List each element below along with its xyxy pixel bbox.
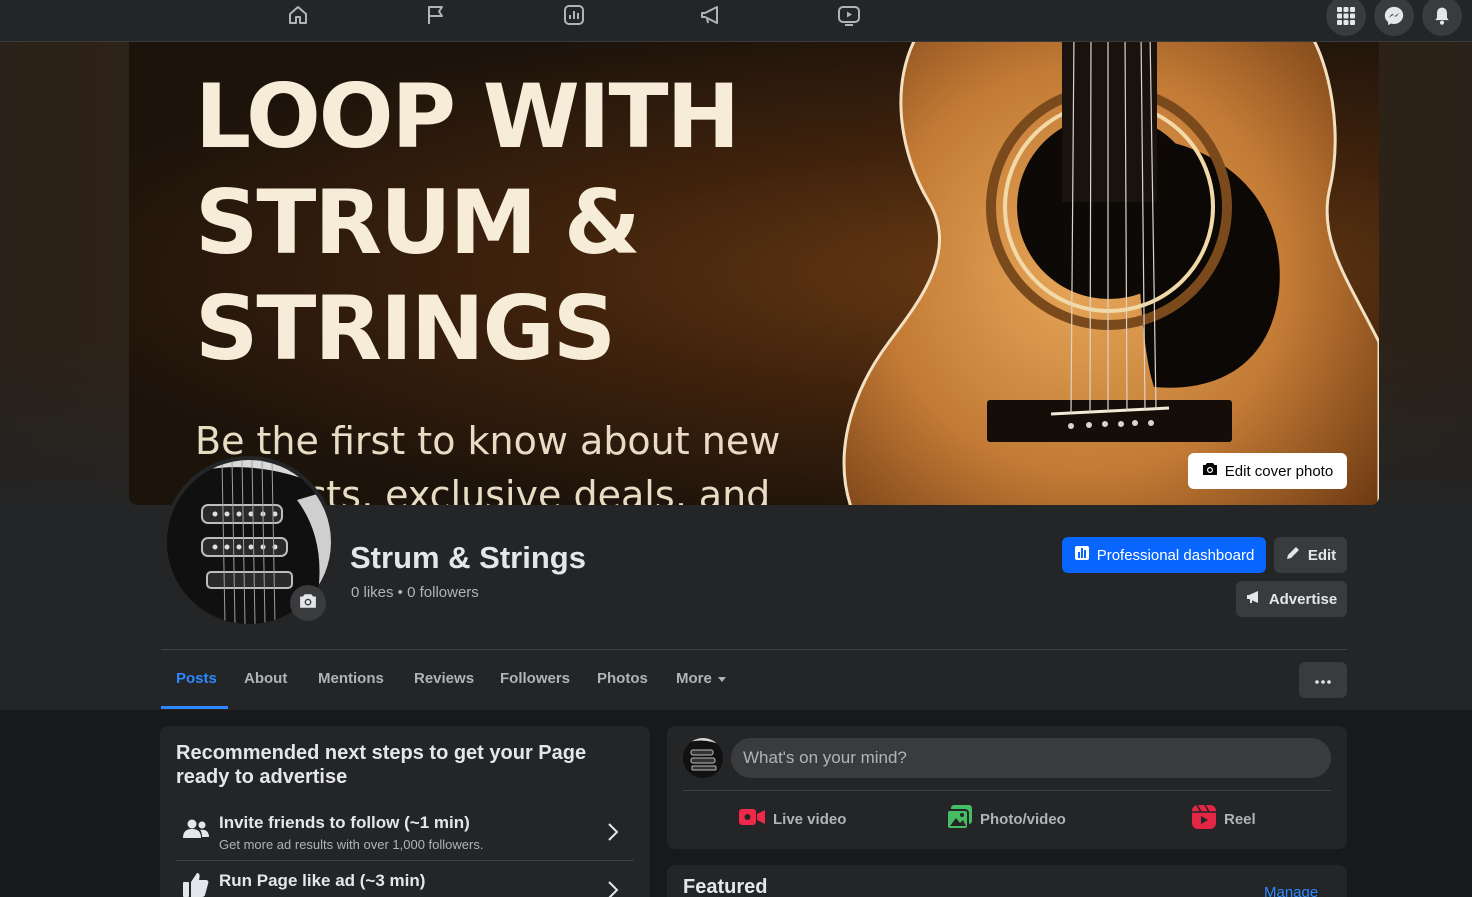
- recommended-title: Recommended next steps to get your Page …: [176, 742, 587, 788]
- chevron-right-icon: [606, 879, 620, 897]
- edit-label: Edit: [1307, 546, 1337, 564]
- page-stats[interactable]: 0 likes • 0 followers: [351, 584, 479, 601]
- edit-cover-photo-button[interactable]: Edit cover photo: [1188, 453, 1347, 489]
- caret-down-icon: [717, 676, 726, 682]
- manage-featured-link[interactable]: Manage: [1264, 884, 1318, 897]
- edit-cover-photo-label: Edit cover photo: [1224, 462, 1334, 480]
- thumbs-up-icon: [183, 872, 209, 897]
- tab-posts[interactable]: Posts: [176, 670, 217, 687]
- photo-icon: [946, 805, 972, 833]
- advertise-button[interactable]: Advertise: [1236, 581, 1347, 617]
- photo-video-label: Photo/video: [980, 810, 1066, 828]
- cover-photo[interactable]: LOOP WITH STRUM & STRINGS Be the first t…: [129, 42, 1379, 505]
- messenger-icon[interactable]: [1374, 0, 1414, 36]
- recommended-item-subtitle: Get more ad results with over 1,000 foll…: [219, 837, 484, 852]
- flag-icon[interactable]: [423, 2, 449, 28]
- camera-icon: [1202, 462, 1218, 480]
- advertise-label: Advertise: [1268, 590, 1338, 608]
- header-divider: [161, 649, 1347, 650]
- featured-title: Featured: [683, 876, 768, 897]
- tab-about[interactable]: About: [244, 670, 287, 687]
- tab-photos[interactable]: Photos: [597, 670, 648, 687]
- insights-icon[interactable]: [561, 2, 587, 28]
- edit-page-button[interactable]: Edit: [1274, 537, 1347, 573]
- recommended-item-title: Invite friends to follow (~1 min): [219, 813, 470, 832]
- dashboard-icon: [1074, 545, 1090, 565]
- reel-icon: [1192, 804, 1216, 833]
- tab-more[interactable]: More: [676, 670, 726, 687]
- more-options-button[interactable]: [1299, 662, 1347, 698]
- reel-label: Reel: [1224, 810, 1256, 828]
- megaphone-icon: [1246, 589, 1262, 609]
- active-tab-indicator: [161, 706, 228, 709]
- camera-icon: [299, 593, 317, 614]
- video-icon[interactable]: [836, 2, 862, 28]
- page-title: Strum & Strings: [350, 540, 586, 575]
- tab-more-label: More: [676, 670, 712, 687]
- live-video-icon: [739, 807, 765, 831]
- professional-dashboard-button[interactable]: Professional dashboard: [1062, 537, 1266, 573]
- chevron-right-icon: [606, 821, 620, 848]
- composer-avatar[interactable]: [683, 738, 723, 778]
- photo-video-button[interactable]: Photo/video: [946, 805, 1066, 833]
- ellipsis-icon: [1315, 671, 1331, 689]
- featured-card: [667, 865, 1347, 897]
- tab-mentions[interactable]: Mentions: [318, 670, 384, 687]
- cover-headline: LOOP WITH STRUM & STRINGS: [195, 65, 740, 380]
- bell-icon[interactable]: [1422, 0, 1462, 36]
- recommended-item-title: Run Page like ad (~3 min): [219, 871, 426, 890]
- pencil-icon: [1285, 545, 1301, 565]
- tab-followers[interactable]: Followers: [500, 670, 570, 687]
- composer-divider: [683, 790, 1331, 791]
- tab-reviews[interactable]: Reviews: [414, 670, 474, 687]
- megaphone-icon[interactable]: [698, 2, 724, 28]
- professional-dashboard-label: Professional dashboard: [1096, 546, 1255, 564]
- home-icon[interactable]: [285, 2, 311, 28]
- whats-on-your-mind-input[interactable]: What's on your mind?: [731, 738, 1331, 778]
- recommended-divider: [176, 860, 634, 861]
- top-navigation: [0, 0, 1472, 42]
- change-profile-photo-button[interactable]: [290, 585, 326, 621]
- live-video-label: Live video: [773, 810, 847, 828]
- live-video-button[interactable]: Live video: [739, 806, 846, 832]
- people-icon: [183, 818, 209, 845]
- menu-grid-icon[interactable]: [1326, 0, 1366, 36]
- reel-button[interactable]: Reel: [1192, 804, 1256, 833]
